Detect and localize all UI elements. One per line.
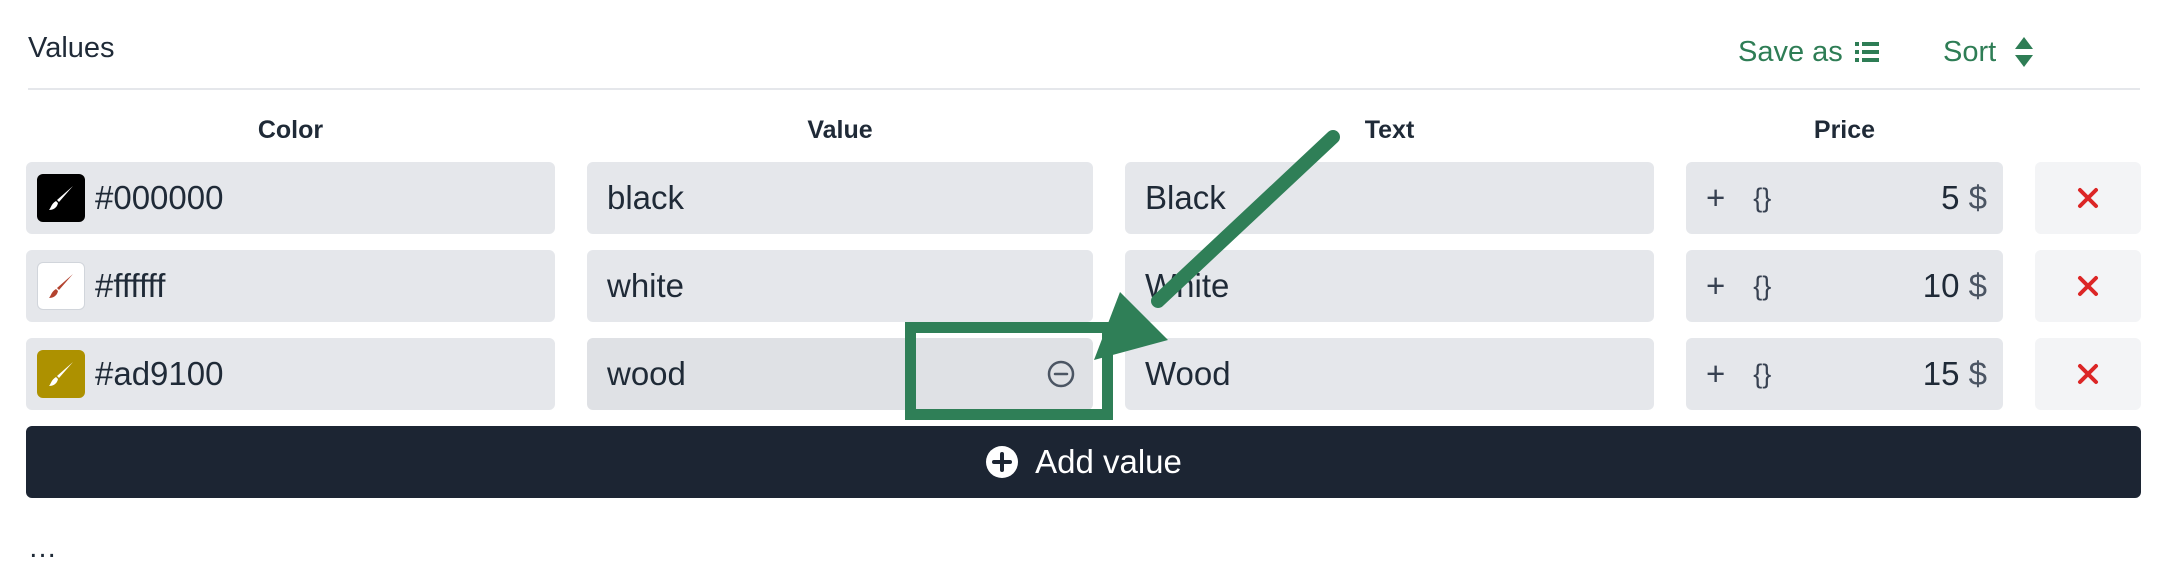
next-section-label: …: [28, 532, 57, 564]
annotation-arrow-icon: [1094, 130, 1340, 360]
